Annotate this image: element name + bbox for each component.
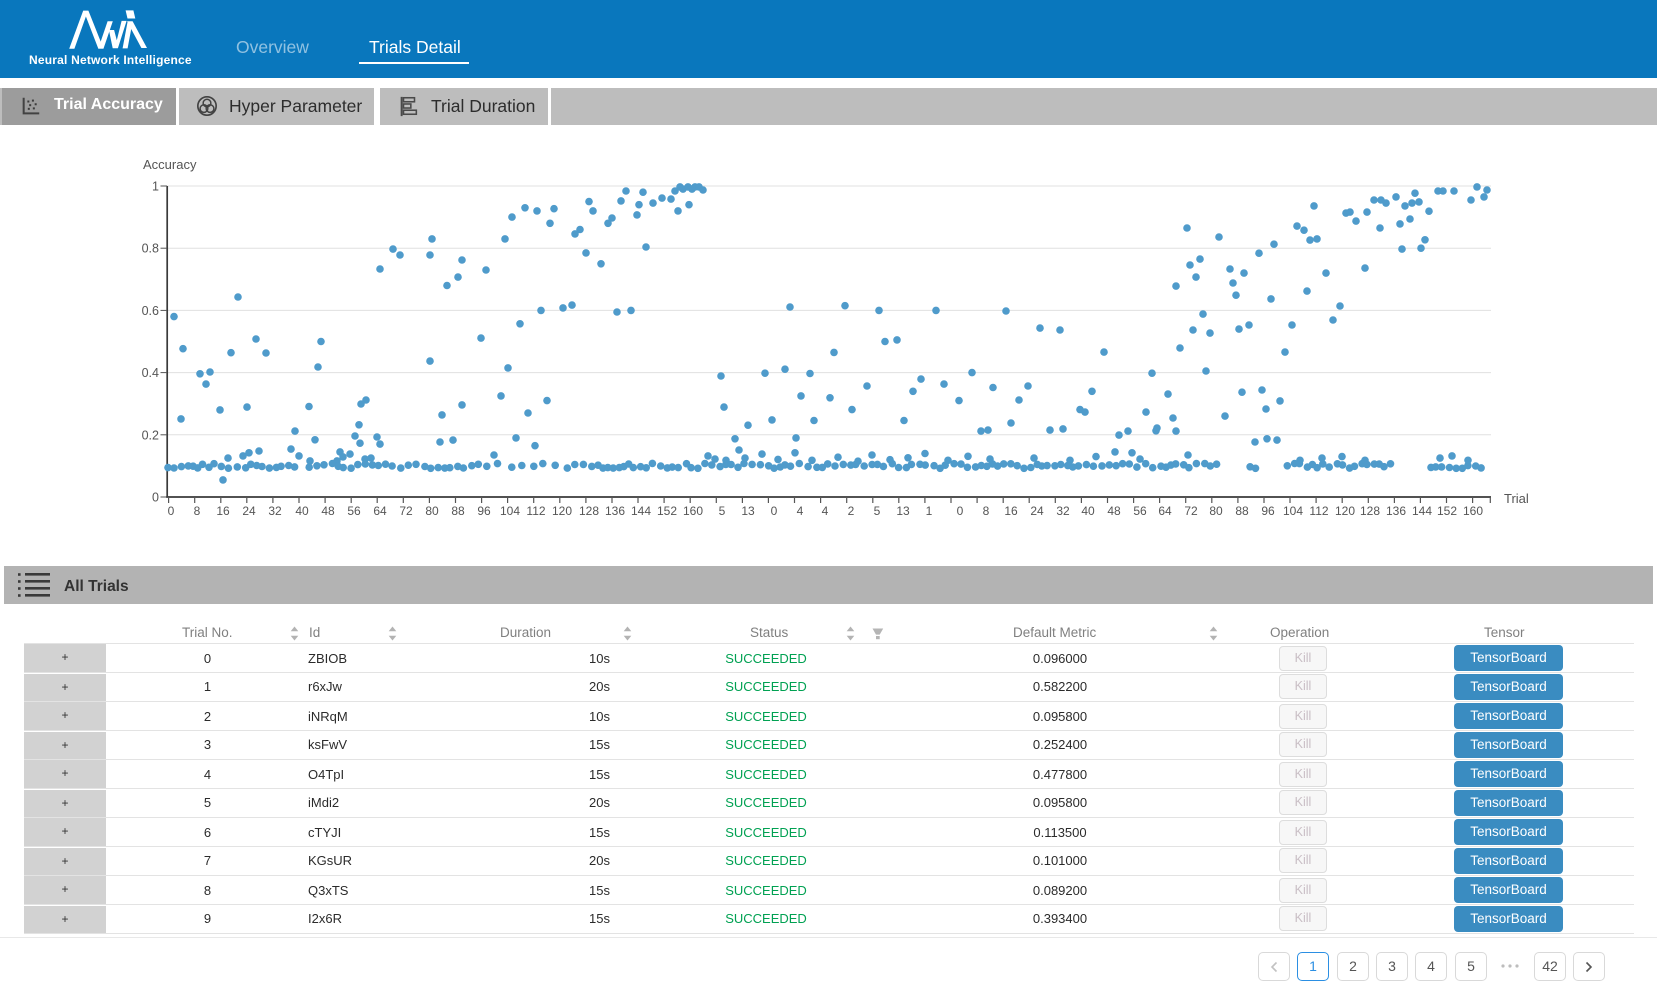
svg-text:0.4: 0.4	[142, 366, 159, 380]
svg-text:152: 152	[657, 504, 677, 518]
svg-text:5: 5	[874, 504, 881, 518]
svg-text:112: 112	[1309, 504, 1328, 518]
svg-text:24: 24	[1030, 504, 1044, 518]
svg-text:4: 4	[822, 504, 829, 518]
svg-text:128: 128	[579, 504, 599, 518]
svg-text:80: 80	[425, 504, 439, 518]
svg-text:0: 0	[771, 504, 778, 518]
svg-text:104: 104	[500, 504, 520, 518]
svg-text:0.8: 0.8	[142, 242, 159, 256]
svg-text:1: 1	[152, 180, 159, 194]
svg-text:88: 88	[1235, 504, 1249, 518]
svg-text:144: 144	[631, 504, 651, 518]
svg-text:144: 144	[1412, 504, 1432, 518]
svg-text:8: 8	[983, 504, 990, 518]
svg-text:152: 152	[1437, 504, 1457, 518]
svg-text:Trial: Trial	[1504, 491, 1529, 506]
svg-text:40: 40	[295, 504, 309, 518]
svg-text:5: 5	[719, 504, 726, 518]
svg-text:32: 32	[268, 504, 282, 518]
svg-text:64: 64	[1158, 504, 1172, 518]
svg-text:88: 88	[451, 504, 465, 518]
svg-text:32: 32	[1056, 504, 1070, 518]
svg-text:1: 1	[926, 504, 933, 518]
svg-text:56: 56	[347, 504, 361, 518]
svg-text:136: 136	[605, 504, 625, 518]
svg-text:0: 0	[152, 491, 159, 505]
svg-text:72: 72	[1184, 504, 1198, 518]
svg-text:104: 104	[1283, 504, 1303, 518]
svg-text:72: 72	[399, 504, 413, 518]
svg-text:160: 160	[1463, 504, 1483, 518]
svg-text:0.2: 0.2	[142, 428, 159, 442]
svg-text:16: 16	[216, 504, 230, 518]
svg-text:0.6: 0.6	[142, 304, 159, 318]
svg-text:13: 13	[741, 504, 755, 518]
svg-text:136: 136	[1386, 504, 1406, 518]
svg-text:80: 80	[1209, 504, 1223, 518]
svg-text:120: 120	[1335, 504, 1355, 518]
svg-text:48: 48	[321, 504, 335, 518]
svg-text:40: 40	[1081, 504, 1095, 518]
svg-text:Accuracy: Accuracy	[143, 157, 197, 172]
svg-text:128: 128	[1360, 504, 1380, 518]
svg-text:0: 0	[957, 504, 964, 518]
svg-text:2: 2	[848, 504, 855, 518]
svg-text:24: 24	[242, 504, 256, 518]
svg-text:96: 96	[1261, 504, 1275, 518]
svg-text:16: 16	[1004, 504, 1018, 518]
svg-text:160: 160	[683, 504, 703, 518]
svg-text:56: 56	[1133, 504, 1147, 518]
svg-text:112: 112	[526, 504, 545, 518]
svg-text:120: 120	[552, 504, 572, 518]
svg-text:4: 4	[797, 504, 804, 518]
svg-text:96: 96	[477, 504, 491, 518]
svg-text:8: 8	[194, 504, 201, 518]
svg-text:48: 48	[1107, 504, 1121, 518]
svg-text:13: 13	[896, 504, 910, 518]
svg-text:0: 0	[168, 504, 175, 518]
svg-text:64: 64	[373, 504, 387, 518]
